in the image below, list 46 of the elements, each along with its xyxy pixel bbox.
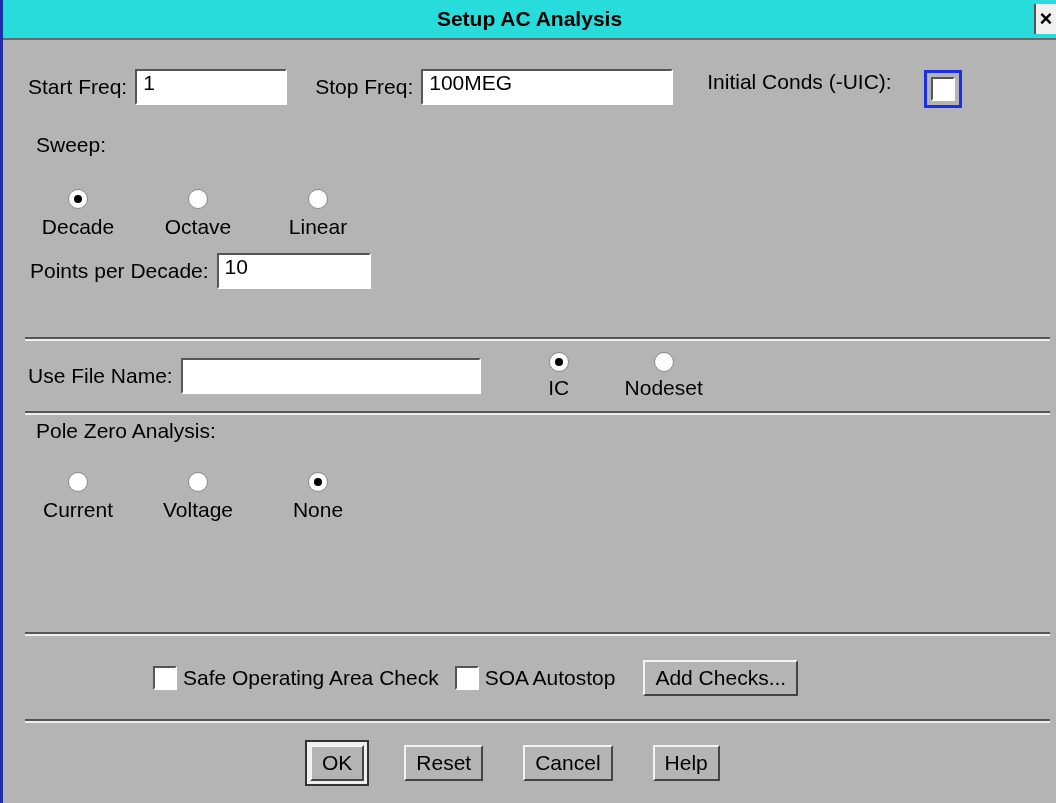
- radio-button[interactable]: [188, 188, 208, 209]
- field-label: Use File Name:: [28, 364, 173, 389]
- field-label: Stop Freq:: [315, 74, 414, 99]
- close-button[interactable]: ×: [1034, 4, 1056, 34]
- radio-option[interactable]: IC: [498, 352, 619, 401]
- radio-label: Linear: [288, 214, 348, 239]
- checkbox[interactable]: [454, 665, 479, 690]
- dialog-button[interactable]: Cancel: [523, 745, 613, 782]
- radio-label: Current: [43, 498, 113, 523]
- radio-option[interactable]: Octave: [138, 188, 258, 239]
- field-label: Points per Decade:: [30, 258, 209, 283]
- radio-button[interactable]: [68, 472, 88, 493]
- radio-button[interactable]: [548, 352, 569, 373]
- radio-option[interactable]: None: [258, 472, 378, 523]
- window-title: Setup AC Analysis: [436, 6, 623, 31]
- radio-label: Decade: [41, 214, 115, 239]
- radio-button[interactable]: [68, 188, 88, 209]
- radio-button[interactable]: [308, 188, 328, 209]
- radio-button[interactable]: [308, 472, 328, 493]
- checkbox[interactable]: [153, 665, 177, 690]
- section-label: Pole Zero Analysis:: [36, 418, 216, 443]
- radio-label: None: [292, 498, 344, 523]
- radio-option[interactable]: Decade: [18, 188, 138, 239]
- radio-label: Voltage: [162, 498, 234, 523]
- radio-label: Octave: [164, 214, 232, 239]
- section-label: Sweep:: [36, 133, 107, 158]
- radio-option[interactable]: Nodeset: [618, 352, 709, 401]
- add-checks-button[interactable]: Add Checks...: [643, 659, 799, 696]
- dialog-button[interactable]: Help: [652, 745, 720, 782]
- field-label: Start Freq:: [28, 74, 128, 99]
- radio-option[interactable]: Voltage: [138, 472, 258, 523]
- radio-label: IC: [548, 376, 570, 401]
- radio-button[interactable]: [188, 472, 208, 493]
- radio-label: Nodeset: [624, 376, 703, 401]
- points-field[interactable]: 10: [216, 252, 371, 289]
- field-label: Initial Conds (-UIC):: [707, 69, 892, 94]
- initial-conds-checkbox[interactable]: [930, 76, 955, 101]
- start-freq-field[interactable]: 1: [135, 68, 288, 105]
- dialog-button[interactable]: Reset: [404, 745, 484, 782]
- checkbox-label: SOA Autostop: [484, 665, 616, 690]
- radio-option[interactable]: Current: [18, 472, 138, 523]
- file-name-field[interactable]: [180, 358, 481, 395]
- checkbox-label: Safe Operating Area Check: [183, 665, 439, 690]
- radio-button[interactable]: [653, 352, 674, 373]
- radio-option[interactable]: Linear: [258, 188, 378, 239]
- stop-freq-field[interactable]: 100MEG: [421, 68, 674, 105]
